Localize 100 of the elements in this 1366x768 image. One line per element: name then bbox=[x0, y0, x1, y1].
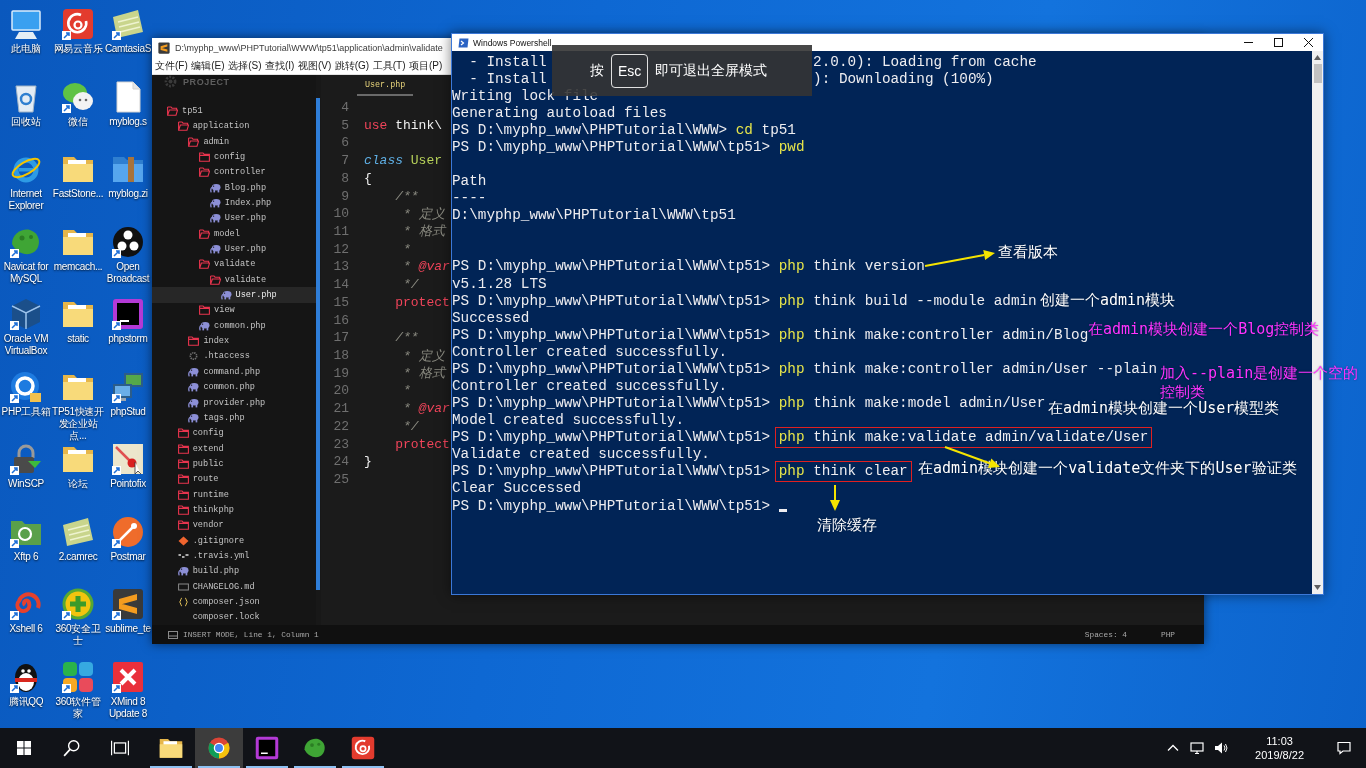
prompt-text: PS D:\myphp_www\PHPTutorial\WWW\tp51> bbox=[452, 429, 771, 447]
desktop-shortcut[interactable]: static bbox=[52, 298, 104, 345]
menu-item[interactable]: 文件(F) bbox=[155, 59, 188, 72]
line-number: 6 bbox=[341, 135, 349, 151]
tree-item[interactable]: runtime bbox=[177, 486, 229, 503]
tree-item[interactable]: public bbox=[177, 456, 224, 472]
tree-item[interactable]: Index.php bbox=[209, 195, 272, 211]
tree-item[interactable]: extend bbox=[177, 440, 224, 457]
tree-item[interactable]: tp51 bbox=[167, 103, 203, 119]
tree-item[interactable]: model bbox=[199, 226, 240, 242]
tree-item[interactable]: User.php bbox=[209, 210, 267, 227]
editor-tab[interactable]: User.php bbox=[357, 80, 414, 96]
line-number: 25 bbox=[333, 472, 349, 488]
line-number: 16 bbox=[333, 312, 349, 328]
taskbar-app[interactable] bbox=[195, 728, 243, 768]
menu-item[interactable]: 视图(V) bbox=[297, 59, 332, 72]
tree-item[interactable]: route bbox=[177, 471, 219, 487]
box-icon bbox=[177, 581, 189, 592]
tree-item[interactable]: config bbox=[177, 425, 224, 441]
tree-item[interactable]: controller bbox=[199, 164, 266, 181]
menu-item[interactable]: 跳转(G) bbox=[334, 59, 370, 72]
menu-item[interactable]: 选择(S) bbox=[228, 59, 262, 72]
desktop-shortcut[interactable]: Open Broadcast bbox=[104, 225, 152, 285]
desktop-shortcut[interactable]: Navicat for MySQL bbox=[0, 225, 52, 285]
scroll-down-icon[interactable] bbox=[1314, 585, 1321, 590]
desktop-shortcut[interactable]: Postmar bbox=[104, 515, 152, 563]
code-line: * 格式 bbox=[403, 223, 445, 241]
desktop-shortcut[interactable]: 2.camrec bbox=[52, 515, 104, 563]
command-text: php think clear bbox=[774, 461, 912, 483]
tree-item[interactable]: composer.json bbox=[177, 594, 260, 610]
tree-item[interactable]: thinkphp bbox=[177, 502, 234, 518]
tree-item[interactable]: application bbox=[177, 118, 250, 134]
elephant-icon bbox=[188, 397, 200, 408]
tree-item[interactable]: composer.lock bbox=[177, 609, 260, 625]
tree-item[interactable]: User.php bbox=[152, 287, 316, 303]
desktop-shortcut[interactable]: myblog.zi bbox=[104, 153, 152, 200]
panel-icon[interactable] bbox=[168, 630, 178, 639]
code-line: * bbox=[403, 241, 411, 257]
tree-item[interactable]: common.php bbox=[199, 318, 266, 334]
tree-item[interactable]: common.php bbox=[188, 379, 255, 395]
menu-item[interactable]: 工具(T) bbox=[372, 59, 406, 72]
tree-item[interactable]: validate bbox=[199, 256, 256, 273]
tree-item[interactable]: build.php bbox=[177, 563, 240, 579]
scroll-up-icon[interactable] bbox=[1314, 55, 1321, 60]
desktop-shortcut[interactable]: 360安全卫士 bbox=[52, 588, 104, 647]
desktop-shortcut[interactable]: PHP工具箱 bbox=[0, 370, 52, 418]
desktop-shortcut[interactable]: WinSCP bbox=[0, 443, 52, 490]
tree-item[interactable]: view bbox=[199, 302, 235, 319]
code-line: protect bbox=[395, 436, 450, 452]
scrollbar-thumb[interactable] bbox=[316, 98, 320, 590]
desktop-shortcut[interactable]: CamtasiaS bbox=[104, 8, 152, 55]
tree-item[interactable]: validate bbox=[209, 272, 267, 288]
prompt-text: PS D:\myphp_www\PHPTutorial\WWW\tp51> bbox=[452, 497, 771, 515]
menu-item[interactable]: 查找(I) bbox=[264, 59, 295, 72]
desktop-shortcut[interactable]: Xshell 6 bbox=[0, 588, 52, 635]
desktop-shortcut[interactable]: Internet Explorer bbox=[0, 153, 52, 212]
network-icon bbox=[1190, 741, 1205, 755]
desktop-shortcut[interactable]: 此电脑 bbox=[0, 8, 52, 55]
elephant-icon bbox=[188, 366, 200, 377]
menu-item[interactable]: 编辑(E) bbox=[191, 59, 225, 72]
tree-item[interactable]: provider.php bbox=[188, 394, 266, 411]
line-number: 8 bbox=[341, 170, 349, 186]
clock[interactable]: 11:03 2019/8/22 bbox=[1245, 734, 1314, 762]
desktop-shortcut[interactable]: 论坛 bbox=[52, 443, 104, 490]
notice-text: 按 bbox=[590, 61, 604, 80]
output-text: Successed bbox=[452, 309, 530, 327]
desktop-shortcut[interactable]: 360软件管家 bbox=[52, 660, 104, 720]
tree-item[interactable]: command.php bbox=[188, 364, 261, 380]
tree-item[interactable]: User.php bbox=[209, 241, 267, 257]
desktop-shortcut[interactable]: phpstorm bbox=[104, 298, 152, 345]
desktop-shortcut[interactable]: XMind 8 Update 8 bbox=[104, 660, 152, 720]
menu-item[interactable]: 项目(P) bbox=[409, 59, 443, 72]
desktop-shortcut[interactable]: 腾讯QQ bbox=[0, 660, 52, 708]
line-number: 5 bbox=[341, 117, 349, 133]
tree-item[interactable]: Blog.php bbox=[209, 180, 267, 196]
output-text: Writing lock file bbox=[452, 87, 599, 105]
tree-item[interactable]: vendor bbox=[177, 517, 224, 533]
desktop-shortcut[interactable]: myblog.s bbox=[104, 80, 152, 128]
desktop-shortcut[interactable]: FastStone... bbox=[52, 153, 104, 200]
scrollbar-thumb[interactable] bbox=[1313, 64, 1322, 83]
desktop-shortcut[interactable]: TP51快速开发企业站点... bbox=[52, 370, 104, 442]
output-text: Path bbox=[452, 173, 487, 191]
elephant-icon bbox=[177, 566, 189, 577]
tree-item[interactable]: tags.php bbox=[188, 410, 245, 426]
desktop-shortcut[interactable]: 微信 bbox=[52, 80, 104, 128]
desktop-shortcut[interactable]: phpStud bbox=[104, 370, 152, 418]
desktop-shortcut[interactable]: Xftp 6 bbox=[0, 515, 52, 563]
tree-item[interactable]: index bbox=[188, 333, 230, 349]
desktop-shortcut[interactable]: sublime_te bbox=[104, 588, 152, 635]
desktop-shortcut[interactable]: Pointofix bbox=[104, 443, 152, 490]
desktop-shortcut[interactable]: Oracle VM VirtualBox bbox=[0, 298, 52, 357]
tree-item[interactable]: admin bbox=[188, 134, 230, 150]
desktop-shortcut[interactable]: 网易云音乐 bbox=[52, 8, 104, 55]
desktop-shortcut[interactable]: 回收站 bbox=[0, 80, 52, 128]
tree-item[interactable]: .gitignore bbox=[177, 532, 245, 549]
tree-item[interactable]: .travis.yml bbox=[177, 548, 250, 564]
tree-item[interactable]: config bbox=[199, 149, 246, 165]
desktop-shortcut[interactable]: memcach... bbox=[52, 225, 104, 273]
tree-item[interactable]: .htaccess bbox=[188, 348, 250, 365]
tree-item[interactable]: CHANGELOG.md bbox=[177, 578, 255, 595]
